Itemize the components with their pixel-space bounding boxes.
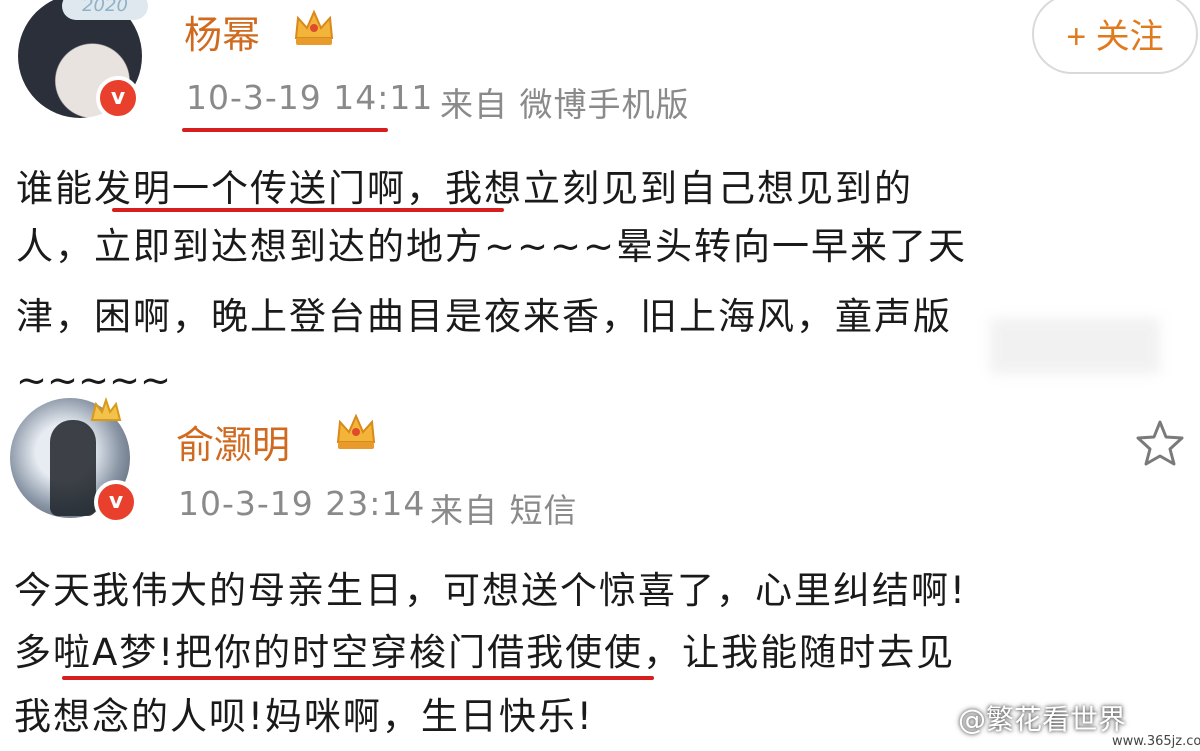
author-name[interactable]: 杨幂 (184, 4, 260, 59)
text-underline (62, 676, 654, 680)
favorite-star-icon[interactable] (1134, 418, 1186, 468)
avatar-decoration-icon (90, 396, 122, 421)
verified-badge-icon: v (94, 480, 138, 524)
blurred-region (990, 318, 1160, 374)
avatar-tag: 2020 (62, 0, 148, 20)
post-timestamp: 10-3-19 14:11 (186, 78, 434, 117)
crown-icon (336, 413, 376, 449)
verified-badge-icon: v (96, 76, 140, 120)
watermark: @繁花看世界 (958, 703, 1127, 736)
author-name[interactable]: 俞灏明 (176, 414, 290, 469)
crown-icon (294, 9, 334, 45)
site-url: www.365jz.com (1112, 734, 1200, 749)
timestamp-underline (182, 128, 388, 132)
post-source: 来自 短信 (430, 491, 578, 530)
text-underline (112, 208, 504, 212)
post-text-line: 多啦A梦!把你的时空穿梭门借我使使，让我能随时去见 (14, 631, 956, 674)
post-text-line: 人，立即到达想到达的地方~~~~晕头转向一早来了天 (16, 225, 968, 268)
post-text-line: 津，困啊，晚上登台曲目是夜来香，旧上海风，童声版 (16, 295, 952, 338)
post-timestamp: 10-3-19 23:14 (178, 484, 426, 523)
follow-button[interactable]: + 关注 (1032, 0, 1198, 74)
post-source: 来自 微博手机版 (440, 85, 690, 124)
post-text-line: 今天我伟大的母亲生日，可想送个惊喜了，心里纠结啊! (14, 569, 967, 612)
post-text-line: 我想念的人呗!妈咪啊，生日快乐! (14, 695, 594, 738)
avatar-figure (50, 420, 96, 516)
